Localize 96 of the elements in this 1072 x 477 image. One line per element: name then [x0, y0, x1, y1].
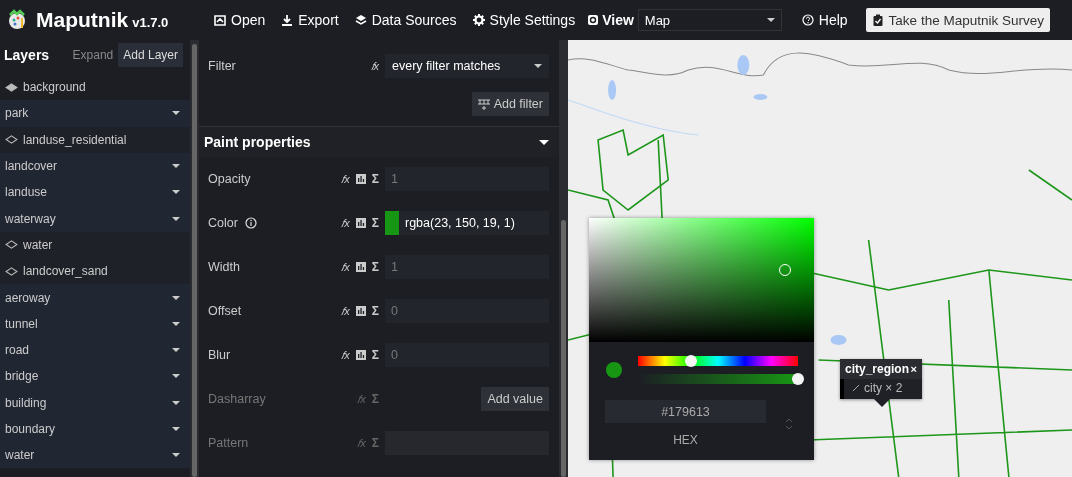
layer-group[interactable]: tunnel: [0, 310, 190, 337]
download-icon: [281, 14, 294, 26]
view-select[interactable]: Map: [637, 9, 782, 31]
diamond-icon: [5, 240, 18, 250]
nav-button[interactable]: Data Sources: [346, 5, 465, 35]
nav-button[interactable]: Open: [206, 5, 274, 35]
property-label: Dasharray: [208, 392, 266, 406]
hue-slider-handle[interactable]: [684, 355, 697, 367]
layer-group[interactable]: waterway: [0, 205, 190, 232]
expression-icon[interactable]: Σ: [371, 172, 379, 186]
logo-icon: [6, 9, 28, 31]
layer-group[interactable]: landcover: [0, 152, 190, 180]
alpha-slider-handle[interactable]: [792, 373, 804, 385]
property-label: Offset: [208, 304, 242, 318]
close-button[interactable]: ×: [910, 363, 917, 375]
input-field[interactable]: 1: [385, 255, 549, 279]
function-icon[interactable]: 𝑓x: [341, 304, 350, 318]
color-field[interactable]: rgba(23, 150, 19, 1): [385, 211, 549, 235]
help-button[interactable]: Help: [793, 5, 856, 35]
layers-title: Layers: [4, 46, 51, 63]
popup-layer-name: city_region: [845, 362, 910, 376]
clipboard-icon: [871, 14, 884, 26]
expression-icon[interactable]: Σ: [371, 216, 379, 230]
hex-field[interactable]: #179613: [605, 400, 766, 423]
expression-icon[interactable]: Σ: [371, 304, 379, 318]
chart-icon[interactable]: [355, 262, 366, 272]
property-label: Blur: [208, 348, 231, 362]
layer-group[interactable]: aeroway: [0, 284, 190, 311]
saturation-area[interactable]: [589, 218, 814, 342]
nav-button[interactable]: Export: [273, 5, 347, 35]
open-icon: [214, 14, 226, 26]
app-name: Maputnik: [36, 8, 129, 32]
hex-label: HEX: [673, 433, 698, 447]
chart-icon[interactable]: [355, 218, 366, 228]
caret-icon: [172, 400, 180, 405]
filter-label: Filter: [208, 59, 237, 73]
property-label: Color: [208, 216, 238, 230]
layers-icon: [354, 14, 367, 26]
caret-icon: [534, 64, 542, 68]
help-icon: [801, 14, 814, 26]
function-icon[interactable]: 𝑓x: [341, 172, 350, 186]
layer-group[interactable]: park: [0, 100, 190, 127]
view-icon: [587, 14, 600, 26]
nav-button[interactable]: Style Settings: [464, 5, 584, 35]
caret-icon: [172, 111, 180, 116]
caret-icon: [172, 453, 180, 458]
add-filter-button[interactable]: Add filter: [471, 92, 549, 116]
caret-icon: [172, 216, 180, 221]
layer-group[interactable]: road: [0, 336, 190, 364]
property-label: Opacity: [208, 172, 251, 186]
layer-item[interactable]: landcover_sand: [0, 258, 190, 285]
view-label: View: [602, 12, 634, 28]
input-field[interactable]: 0: [385, 299, 549, 323]
property-label: Width: [208, 260, 240, 274]
caret-icon: [172, 321, 180, 326]
add-layer-button[interactable]: Add Layer: [118, 42, 183, 67]
layer-group[interactable]: boundary: [0, 415, 190, 443]
survey-button[interactable]: Take the Maputnik Survey: [865, 8, 1050, 32]
diamond-icon: [5, 266, 18, 276]
filter-select[interactable]: every filter matches: [385, 54, 549, 78]
property-label: Pattern: [208, 436, 249, 450]
caret-icon: [766, 18, 775, 22]
settings-icon: [472, 14, 485, 26]
diamond-icon: [5, 135, 18, 145]
function-icon[interactable]: 𝑓x: [341, 216, 350, 230]
chart-icon[interactable]: [355, 174, 366, 184]
caret-icon: [539, 139, 549, 145]
layer-group[interactable]: landuse: [0, 179, 190, 206]
app-version: v1.7.0: [132, 15, 169, 30]
layer-group[interactable]: bridge: [0, 363, 190, 390]
layer-group[interactable]: building: [0, 389, 190, 416]
caret-icon: [172, 348, 180, 353]
caret-icon: [172, 190, 180, 195]
caret-icon: [172, 374, 180, 379]
caret-icon: [172, 295, 180, 300]
filter-icon: [477, 98, 490, 110]
line-icon: [852, 384, 860, 392]
input-field[interactable]: 0: [385, 343, 549, 367]
function-icon[interactable]: 𝑓x: [341, 348, 350, 362]
layer-item[interactable]: water: [0, 231, 190, 259]
feature-label: city × 2: [864, 381, 903, 395]
layer-item[interactable]: landuse_residential: [0, 126, 190, 153]
expand-button[interactable]: Expand: [67, 43, 119, 66]
layer-group[interactable]: water: [0, 442, 190, 469]
chart-icon[interactable]: [355, 306, 366, 316]
input-field[interactable]: 1: [385, 167, 549, 191]
caret-icon: [172, 427, 180, 431]
expression-icon[interactable]: Σ: [371, 348, 379, 362]
info-icon[interactable]: [244, 217, 257, 229]
caret-icon: [172, 164, 180, 169]
chart-icon[interactable]: [355, 350, 366, 360]
expression-icon[interactable]: Σ: [371, 260, 379, 274]
function-icon[interactable]: 𝑓x: [370, 59, 379, 73]
filled-diamond-icon: [5, 82, 18, 92]
format-toggle-icon[interactable]: [784, 416, 794, 432]
function-icon[interactable]: 𝑓x: [341, 260, 350, 274]
